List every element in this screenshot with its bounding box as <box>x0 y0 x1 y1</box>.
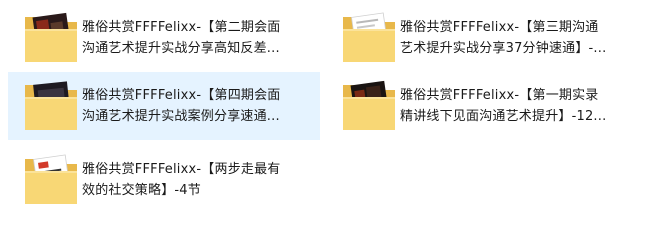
folder-name-line: 沟通艺术提升实战分享高知反差... <box>82 41 280 56</box>
folder-item[interactable]: 雅俗共赏FFFFelixx-【两步走最有 效的社交策略】-4节 <box>8 146 320 214</box>
folder-item[interactable]: 雅俗共赏FFFFelixx-【第一期实录 精讲线下见面沟通艺术提升】-12... <box>326 72 648 140</box>
folder-icon <box>25 12 77 62</box>
folder-name-line: 雅俗共赏FFFFelixx-【第二期会面 <box>82 20 281 35</box>
folder-name: 雅俗共赏FFFFelixx-【第四期会面 沟通艺术提升实战案例分享速通... <box>82 85 310 127</box>
folder-name-line: 精讲线下见面沟通艺术提升】-12... <box>400 109 607 124</box>
folder-name-line: 艺术提升实战分享37分钟速通】-... <box>400 41 607 56</box>
folder-icon <box>343 12 395 62</box>
folder-icon <box>343 80 395 130</box>
folder-item[interactable]: 雅俗共赏FFFFelixx-【第三期沟通 艺术提升实战分享37分钟速通】-... <box>326 4 648 72</box>
folder-name: 雅俗共赏FFFFelixx-【两步走最有 效的社交策略】-4节 <box>82 159 310 201</box>
folder-name: 雅俗共赏FFFFelixx-【第三期沟通 艺术提升实战分享37分钟速通】-... <box>400 17 628 59</box>
folder-name-line: 雅俗共赏FFFFelixx-【第三期沟通 <box>400 20 599 35</box>
folder-icon <box>25 81 77 130</box>
folder-name-line: 雅俗共赏FFFFelixx-【第四期会面 <box>82 88 281 103</box>
folder-item[interactable]: 雅俗共赏FFFFelixx-【第四期会面 沟通艺术提升实战案例分享速通... <box>8 72 320 140</box>
folder-name-line: 沟通艺术提升实战案例分享速通... <box>82 109 280 124</box>
folder-item[interactable]: 雅俗共赏FFFFelixx-【第二期会面 沟通艺术提升实战分享高知反差... <box>8 4 326 72</box>
folder-name: 雅俗共赏FFFFelixx-【第一期实录 精讲线下见面沟通艺术提升】-12... <box>400 85 628 127</box>
folder-name-line: 效的社交策略】-4节 <box>82 183 201 198</box>
folder-name-line: 雅俗共赏FFFFelixx-【第一期实录 <box>400 88 599 103</box>
folder-name: 雅俗共赏FFFFelixx-【第二期会面 沟通艺术提升实战分享高知反差... <box>82 17 310 59</box>
folder-name-line: 雅俗共赏FFFFelixx-【两步走最有 <box>82 162 281 177</box>
folder-icon <box>25 154 77 204</box>
